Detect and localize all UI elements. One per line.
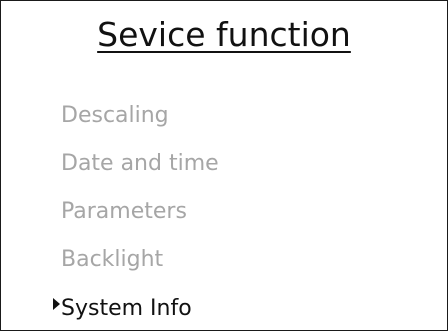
menu-item-descaling[interactable]: Descaling: [61, 101, 169, 131]
selection-cursor-icon: [53, 298, 60, 310]
menu-item-label: Descaling: [61, 103, 169, 128]
menu-item-date-and-time[interactable]: Date and time: [61, 149, 219, 179]
menu-item-label: Parameters: [61, 199, 187, 224]
menu-item-label: System Info: [61, 296, 192, 321]
menu-item-label: Backlight: [61, 247, 164, 272]
menu-item-backlight[interactable]: Backlight: [61, 245, 163, 275]
page-title: Sevice function: [97, 15, 351, 54]
menu-item-parameters[interactable]: Parameters: [61, 197, 187, 227]
service-menu-screen: Sevice function Descaling Date and time …: [0, 0, 448, 331]
menu-item-label: Date and time: [61, 151, 219, 176]
menu-item-system-info[interactable]: System Info: [53, 294, 192, 324]
